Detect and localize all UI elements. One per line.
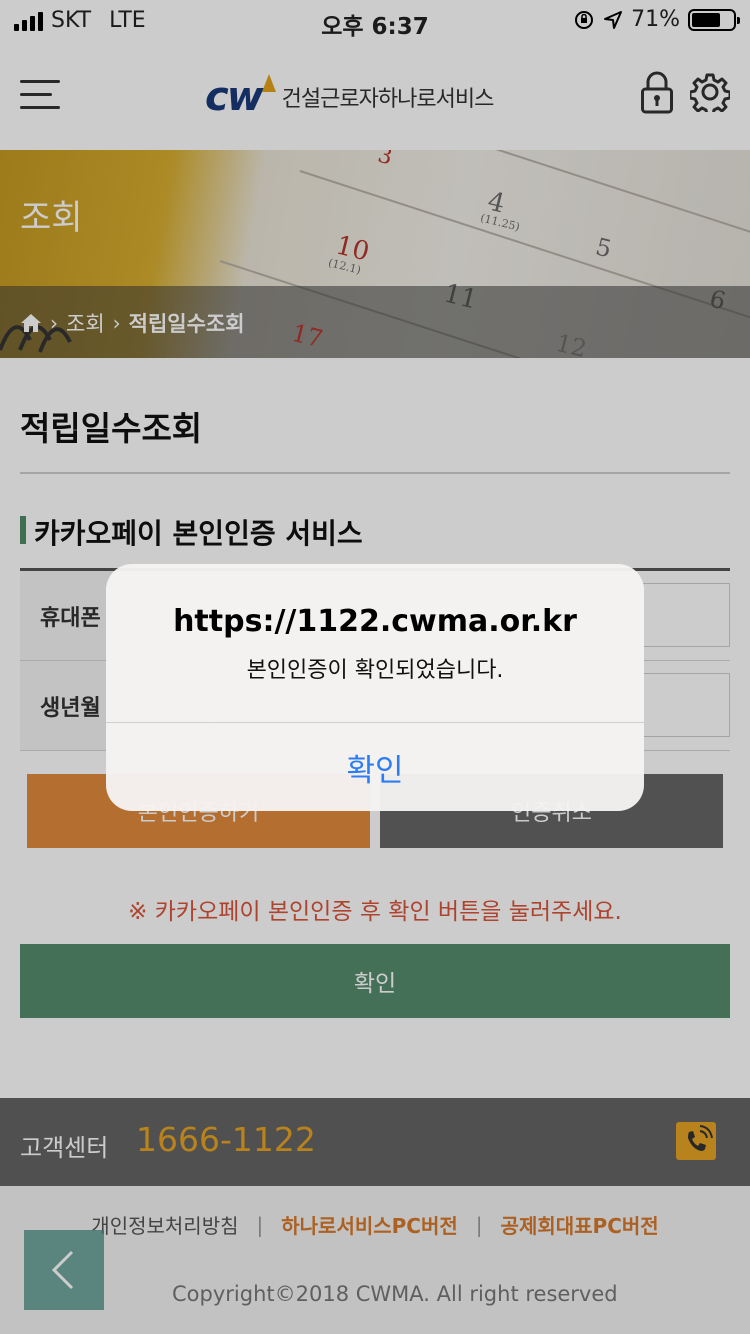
alert-message: 본인인증이 확인되었습니다. xyxy=(246,658,504,683)
alert-dialog: https://1122.cwma.or.kr 본인인증이 확인되었습니다. 확… xyxy=(106,564,644,811)
alert-ok-button[interactable]: 확인 xyxy=(106,723,644,811)
alert-title: https://1122.cwma.or.kr xyxy=(173,604,577,639)
